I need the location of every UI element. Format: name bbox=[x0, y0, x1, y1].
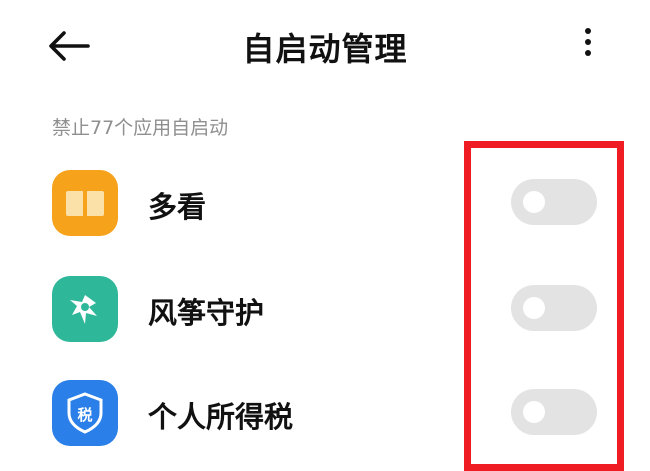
section-label: 禁止77个应用自启动 bbox=[52, 117, 229, 139]
app-icon-duokan bbox=[52, 170, 118, 236]
app-name: 个人所得税 bbox=[148, 400, 294, 434]
highlight-annotation-box bbox=[464, 141, 624, 471]
tax-glyph: 税 bbox=[77, 406, 92, 424]
app-name: 风筝守护 bbox=[148, 296, 265, 330]
kite-icon bbox=[70, 295, 97, 324]
page-title: 自启动管理 bbox=[242, 30, 408, 68]
app-icon-kite-guard bbox=[52, 276, 118, 342]
app-name: 多看 bbox=[148, 190, 207, 224]
app-icon-personal-tax: 税 bbox=[52, 380, 118, 446]
open-book-icon bbox=[66, 190, 104, 217]
more-options-button[interactable] bbox=[578, 28, 598, 64]
more-vertical-icon bbox=[585, 28, 591, 34]
header-bar: 自启动管理 bbox=[0, 0, 650, 95]
tax-shield-icon: 税 bbox=[67, 392, 103, 434]
